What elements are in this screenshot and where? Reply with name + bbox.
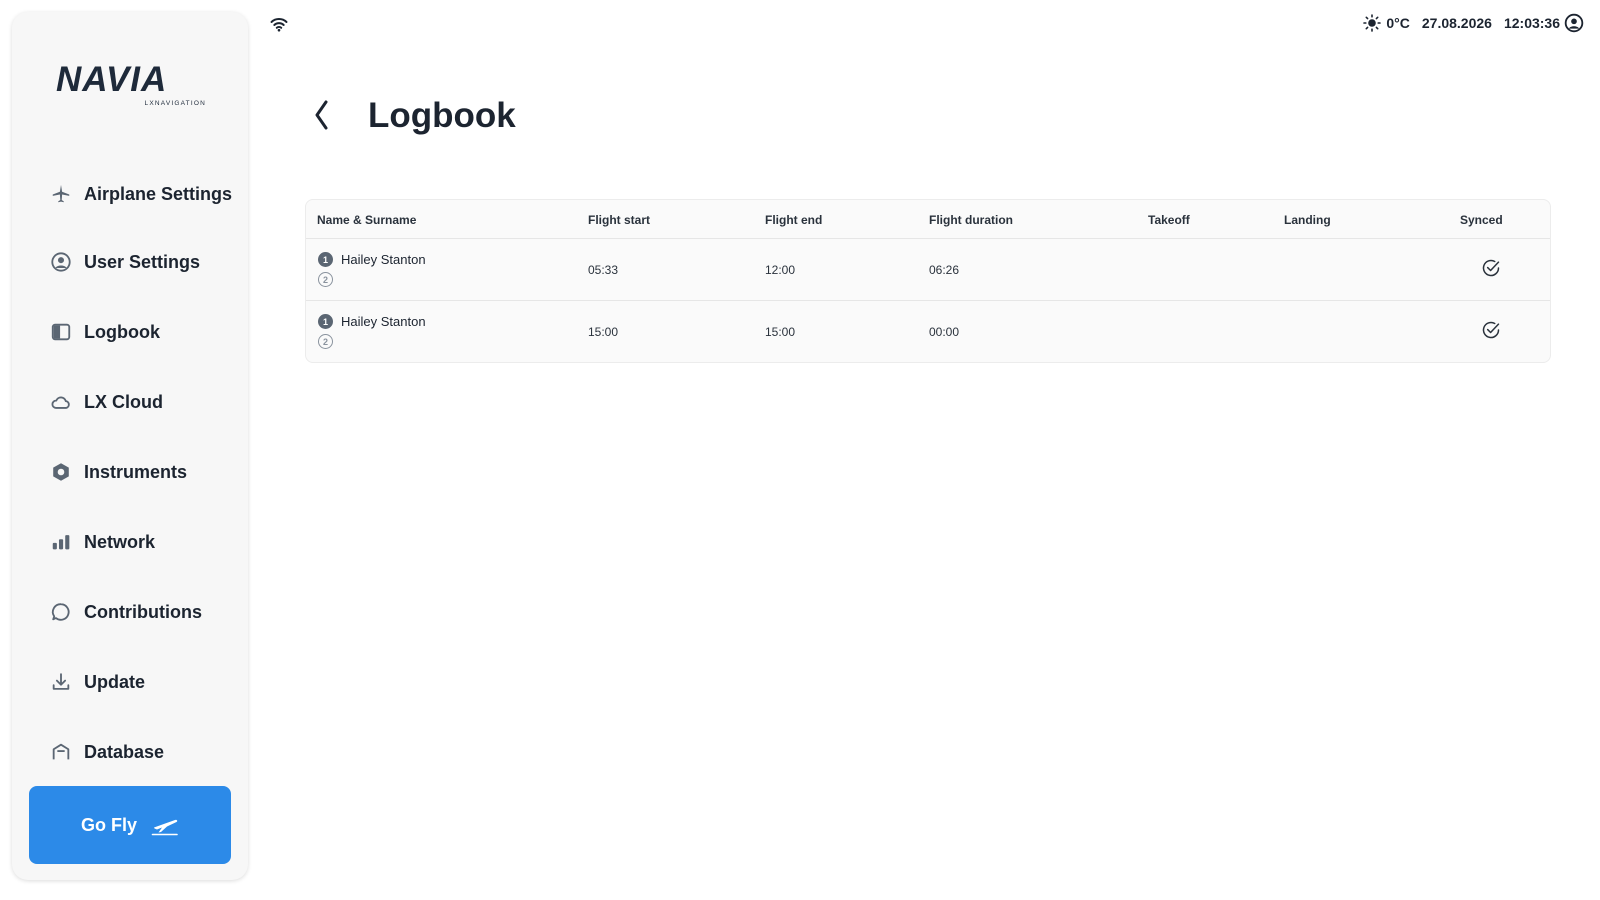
pilot-2: 2 [318, 334, 341, 349]
status-bar: 0°C 27.08.2026 12:03:36 [1351, 14, 1560, 32]
page-title: Logbook [368, 96, 516, 135]
sidebar-item-network[interactable]: Network [50, 516, 240, 568]
airplane-icon [50, 183, 72, 205]
pilot-name: Hailey Stanton [341, 314, 426, 329]
column-header-flight-start: Flight start [588, 213, 650, 227]
time-value: 12:03:36 [1503, 15, 1560, 31]
sidebar-item-label: Contributions [84, 602, 202, 622]
sidebar-item-label: Update [84, 672, 146, 692]
airplane-takeoff-icon [151, 814, 179, 836]
book-icon [50, 321, 72, 343]
sidebar-item-contributions[interactable]: Contributions [50, 586, 240, 638]
user-account-icon[interactable] [1564, 13, 1584, 38]
wifi-icon [270, 16, 288, 37]
sidebar-item-database[interactable]: Database [50, 726, 240, 764]
flight-start-cell: 05:33 [588, 263, 619, 277]
chat-bubble-icon [50, 601, 72, 623]
back-chevron-icon[interactable] [314, 100, 328, 135]
column-header-name: Name & Surname [317, 213, 417, 227]
synced-check-icon [1481, 258, 1501, 283]
column-header-flight-end: Flight end [765, 213, 823, 227]
pilot-1: 1 Hailey Stanton [318, 314, 426, 329]
pilot-number-badge: 2 [318, 334, 333, 349]
sidebar-item-update[interactable]: Update [50, 656, 240, 708]
column-header-landing: Landing [1284, 213, 1331, 227]
hexagon-icon [50, 461, 72, 483]
sidebar-item-label: Airplane Settings [84, 184, 233, 204]
temperature-indicator: 0°C [1363, 14, 1410, 32]
flight-duration-cell: 00:00 [929, 325, 960, 339]
sidebar-item-label: Network [84, 532, 156, 552]
column-header-flight-duration: Flight duration [929, 213, 1013, 227]
pilot-name: Hailey Stanton [341, 252, 426, 267]
temperature-value: 0°C [1386, 15, 1410, 31]
sidebar-item-label: User Settings [84, 252, 201, 272]
database-icon [50, 741, 72, 763]
pilot-number-badge: 2 [318, 272, 333, 287]
pilot-1: 1 Hailey Stanton [318, 252, 426, 267]
cloud-icon [50, 391, 72, 413]
sidebar-item-label: Logbook [84, 322, 160, 342]
go-fly-label: Go Fly [80, 814, 137, 835]
go-fly-button[interactable]: Go Fly [29, 786, 231, 864]
pilot-number-badge: 1 [318, 252, 333, 267]
pilot-2: 2 [318, 272, 341, 287]
logo-subtext: LXNAVIGATION [144, 100, 206, 107]
pilot-number-badge: 1 [318, 314, 333, 329]
navia-logo: NAVIA LXNAVIGATION [56, 60, 206, 112]
sidebar-nav: Airplane Settings User Settings Logbook … [12, 152, 248, 764]
sidebar-item-user-settings[interactable]: User Settings [50, 236, 240, 288]
logbook-table: Name & Surname Flight start Flight end F… [305, 199, 1551, 363]
sidebar-item-label: LX Cloud [84, 392, 163, 412]
table-row[interactable]: 1 Hailey Stanton 2 15:00 15:00 00:00 [306, 301, 1550, 362]
sidebar-item-airplane-settings[interactable]: Airplane Settings [50, 168, 240, 220]
logo-text: NAVIA [56, 60, 168, 99]
sidebar-item-label: Instruments [84, 462, 188, 482]
flight-end-cell: 15:00 [765, 325, 796, 339]
sidebar-item-logbook[interactable]: Logbook [50, 306, 240, 358]
flight-start-cell: 15:00 [588, 325, 619, 339]
sun-icon [1363, 14, 1382, 32]
sidebar-item-lx-cloud[interactable]: LX Cloud [50, 376, 240, 428]
table-header: Name & Surname Flight start Flight end F… [306, 200, 1550, 239]
user-circle-icon [50, 251, 72, 273]
sidebar: NAVIA LXNAVIGATION Airplane Settings Use… [12, 12, 248, 880]
column-header-takeoff: Takeoff [1148, 213, 1190, 227]
flight-duration-cell: 06:26 [929, 263, 960, 277]
table-row[interactable]: 1 Hailey Stanton 2 05:33 12:00 06:26 [306, 239, 1550, 301]
column-header-synced: Synced [1460, 213, 1503, 227]
flight-end-cell: 12:00 [765, 263, 796, 277]
sidebar-item-instruments[interactable]: Instruments [50, 446, 240, 498]
synced-check-icon [1481, 320, 1501, 345]
sidebar-item-label: Database [84, 742, 165, 762]
download-icon [50, 671, 72, 693]
signal-bars-icon [50, 531, 72, 553]
date-value: 27.08.2026 [1421, 15, 1492, 31]
